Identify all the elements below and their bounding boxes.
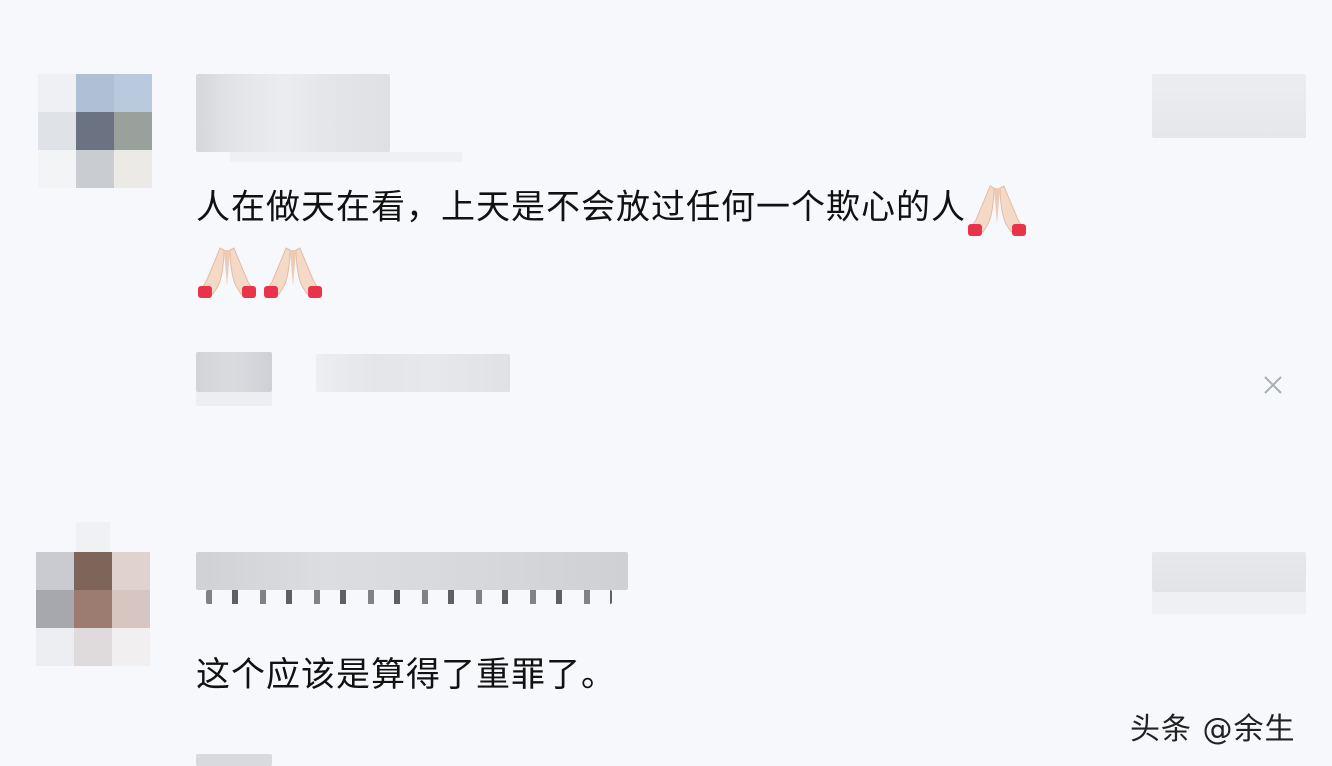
- timestamp-redacted: [1152, 552, 1306, 592]
- avatar[interactable]: [38, 74, 152, 188]
- folded-hands-icon: [196, 242, 258, 300]
- avatar[interactable]: [36, 552, 150, 666]
- next-comment-redacted: [196, 754, 272, 766]
- folded-hands-icon: [966, 180, 1028, 238]
- comment-text: 人在做天在看，上天是不会放过任何一个欺心的人: [196, 180, 1028, 238]
- reply-action-redacted[interactable]: [196, 352, 272, 392]
- username-subline-redacted: [206, 590, 612, 604]
- username-redacted[interactable]: [196, 74, 390, 152]
- username-redacted-tail: [230, 152, 462, 162]
- comment-body: 这个应该是算得了重罪了。: [196, 655, 616, 695]
- emoji-row: [196, 242, 324, 302]
- comment-body: 人在做天在看，上天是不会放过任何一个欺心的人: [196, 187, 966, 228]
- close-icon[interactable]: [1258, 370, 1288, 400]
- username-redacted[interactable]: [196, 552, 628, 590]
- comment-feed: 人在做天在看，上天是不会放过任何一个欺心的人 这个应该是算得了重罪了。 头条 @…: [0, 0, 1332, 766]
- watermark: 头条 @余生: [1130, 712, 1296, 747]
- comment-text: 这个应该是算得了重罪了。: [196, 650, 616, 700]
- timestamp-redacted-tail: [1152, 592, 1306, 614]
- reply-action-shadow: [196, 392, 272, 406]
- avatar-top-redacted: [76, 522, 110, 552]
- timestamp-redacted: [1152, 74, 1306, 138]
- folded-hands-icon: [262, 242, 324, 300]
- like-action-redacted[interactable]: [316, 354, 510, 392]
